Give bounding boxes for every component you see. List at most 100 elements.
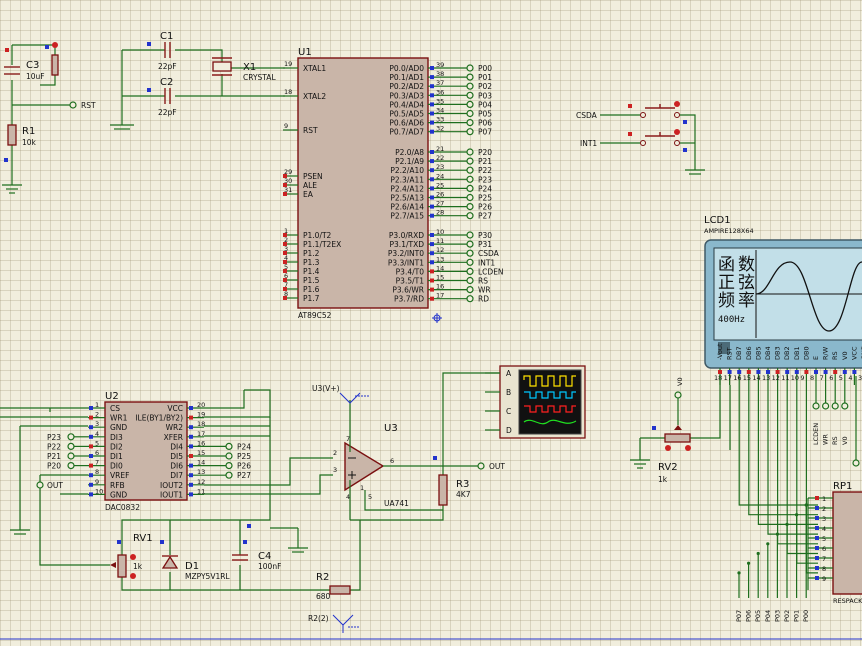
lcd-pin-number: 17: [724, 374, 732, 382]
r1-value: 10k: [22, 138, 37, 147]
net-terminal[interactable]: [466, 82, 474, 90]
x1-body[interactable]: [212, 61, 232, 72]
net-terminal[interactable]: [466, 148, 474, 156]
net-label: P04: [478, 100, 492, 109]
net-terminal[interactable]: [225, 442, 233, 450]
net-terminal[interactable]: [466, 203, 474, 211]
lcd-ctrl-terminal[interactable]: [831, 402, 839, 410]
int1-switch-button[interactable]: [674, 129, 680, 135]
out-terminal[interactable]: [477, 462, 485, 470]
net-label: P20: [478, 148, 492, 157]
c3-body[interactable]: [51, 54, 59, 76]
net-terminal[interactable]: [466, 240, 474, 248]
rv1-down-button[interactable]: [130, 573, 136, 579]
net-terminal[interactable]: [225, 471, 233, 479]
net-terminal[interactable]: [225, 462, 233, 470]
pin-state: [815, 496, 819, 500]
pin-state-low: [283, 192, 287, 196]
net-terminal[interactable]: [466, 276, 474, 285]
net-terminal[interactable]: [67, 433, 75, 441]
net-terminal[interactable]: [466, 175, 474, 183]
pin-state: [430, 278, 434, 283]
dac-out-terminal[interactable]: [36, 481, 44, 489]
lcd-ctrl-terminal[interactable]: [841, 402, 849, 410]
net-terminal[interactable]: [225, 452, 233, 460]
net-label: P31: [478, 240, 492, 249]
net-terminal[interactable]: [466, 231, 474, 239]
lcd-pin-name: R/W: [822, 346, 830, 360]
r2-body[interactable]: [329, 585, 351, 595]
net-terminal[interactable]: [466, 267, 474, 275]
rv1-up-button[interactable]: [130, 554, 136, 560]
junction-dot: [766, 542, 770, 546]
u1-microcontroller[interactable]: U1 AT89C52 19 XTAL118 XTAL29 RST29 PSEN30 ALE…: [283, 47, 504, 323]
net-terminal[interactable]: [466, 286, 474, 294]
net-label: INT1: [478, 258, 495, 267]
c3-value: 10uF: [26, 72, 45, 81]
csda-switch-button[interactable]: [674, 101, 680, 107]
u2-pin-name: DI5: [170, 452, 183, 461]
lcd-char: 数: [738, 255, 755, 275]
net-terminal[interactable]: [466, 100, 474, 109]
pin-state: [430, 177, 434, 182]
net-terminal[interactable]: [466, 295, 474, 303]
net-terminal[interactable]: [466, 64, 474, 72]
pin-state: [430, 84, 434, 89]
bus-label: P06: [745, 610, 753, 622]
u3-part: UA741: [384, 499, 409, 508]
r1-body[interactable]: [7, 124, 17, 146]
u3-pin-2: 2: [333, 449, 337, 457]
lcd-ctrl-terminal[interactable]: [812, 402, 820, 410]
rv2-up-button[interactable]: [685, 445, 691, 451]
pin-state: [823, 370, 828, 374]
csda-net-label: CSDA: [576, 111, 598, 120]
lcd-pin-name: RST: [726, 347, 734, 360]
oscilloscope[interactable]: A B C D: [485, 365, 586, 439]
pin-state: [89, 492, 93, 497]
u1-pin-number: 28: [436, 209, 444, 217]
rv2-body[interactable]: [664, 433, 691, 443]
pin-state: [89, 444, 93, 449]
d1-body[interactable]: [161, 555, 179, 569]
net-terminal[interactable]: [466, 128, 474, 136]
lcd-pin-name: DB6: [745, 346, 753, 360]
net-terminal[interactable]: [67, 442, 75, 450]
u1-pin-name: P3.5/T1: [396, 277, 425, 286]
lcd-pin-name: DB3: [774, 346, 782, 360]
net-terminal[interactable]: [466, 109, 474, 118]
lcd-data-wire: [757, 385, 818, 526]
net-terminal[interactable]: [466, 157, 474, 165]
lcd-vcc-terminal[interactable]: [852, 459, 860, 467]
net-terminal[interactable]: [466, 91, 474, 99]
u2-pin-number: 5: [95, 439, 99, 447]
u1-pin-name: P1.7: [303, 294, 320, 303]
net-terminal[interactable]: [466, 193, 474, 202]
pin-state: [852, 370, 857, 374]
rst-terminal[interactable]: [69, 101, 77, 109]
net-terminal[interactable]: [466, 184, 474, 192]
net-terminal[interactable]: [466, 73, 474, 81]
u3-vplus-label: U3(V+): [312, 384, 340, 393]
net-terminal[interactable]: [466, 249, 474, 257]
rp1-respack[interactable]: RP1 RESPACK 123456789: [807, 376, 862, 605]
u3-pin-6: 6: [390, 457, 394, 465]
u1-pin-name: P1.1/T2EX: [303, 240, 341, 249]
lcd-pin-number: 5: [839, 374, 843, 382]
rv2-down-button[interactable]: [665, 445, 671, 451]
schematic-canvas[interactable]: C3 10uF R1 10k RST C1 22pF C2 22pF X1 CR…: [0, 0, 862, 646]
u1-pin-name: RST: [303, 126, 318, 135]
junction-dot: [775, 532, 780, 536]
net-terminal[interactable]: [466, 166, 474, 174]
v0-terminal[interactable]: [674, 391, 682, 399]
r3-body[interactable]: [438, 474, 448, 506]
net-terminal[interactable]: [466, 118, 474, 127]
bus-label: P07: [735, 610, 743, 622]
net-terminal[interactable]: [67, 462, 75, 470]
net-terminal[interactable]: [466, 258, 474, 266]
net-terminal[interactable]: [466, 212, 474, 220]
rv1-body[interactable]: [117, 554, 127, 578]
lcd-ctrl-terminal[interactable]: [821, 402, 830, 410]
net-terminal[interactable]: [67, 452, 75, 460]
pin-state: [89, 454, 93, 458]
net-label: WR: [478, 286, 491, 295]
